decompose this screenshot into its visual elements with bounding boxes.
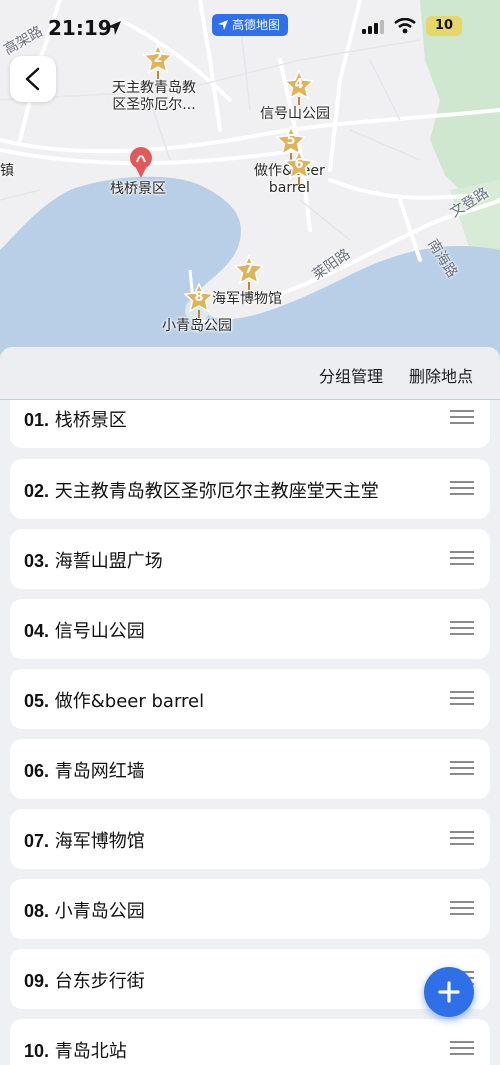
drag-handle-icon[interactable] — [450, 901, 474, 915]
marker-number: 5 — [286, 133, 296, 148]
item-name: 信号山公园 — [54, 621, 145, 642]
item-number: 02. — [24, 481, 50, 501]
list-item[interactable]: 04. 信号山公园 — [10, 599, 490, 659]
wifi-icon — [394, 18, 416, 34]
map-label-zhen: 镇 — [0, 163, 14, 179]
list-action-bar: 分组管理 删除地点 — [0, 347, 500, 399]
scenic-pin-icon — [130, 147, 152, 178]
list-item[interactable]: 06. 青岛网红墙 — [10, 739, 490, 799]
map-label-xinhao[interactable]: 信号山公园 — [260, 106, 330, 123]
signal-icon — [362, 20, 384, 34]
item-name: 青岛北站 — [54, 1041, 127, 1062]
item-name: 天主教青岛教区圣弥厄尔主教座堂天主堂 — [54, 481, 379, 502]
add-place-button[interactable] — [424, 967, 474, 1017]
map-view[interactable]: 镇 高架路 天主教青岛教 区圣弥厄尔... 信号山公园 做作&beer barr… — [0, 0, 500, 400]
back-button[interactable] — [10, 56, 56, 102]
item-name: 做作&beer barrel — [54, 691, 205, 712]
item-name: 海军博物馆 — [54, 831, 145, 852]
app-badge-label: 高德地图 — [232, 18, 281, 32]
item-number: 01. — [24, 410, 50, 430]
item-number: 07. — [24, 831, 50, 851]
list-item[interactable]: 01. 栈桥景区 — [10, 400, 490, 448]
item-number: 04. — [24, 621, 50, 641]
marker-number: 2 — [153, 51, 163, 66]
item-name: 海誓山盟广场 — [54, 551, 163, 572]
battery-icon: 10 — [426, 16, 462, 36]
star-marker-icon[interactable]: 2 — [143, 44, 173, 79]
location-arrow-icon — [107, 21, 121, 35]
list-item[interactable]: 05. 做作&beer barrel — [10, 669, 490, 729]
delete-places-button[interactable]: 删除地点 — [409, 363, 473, 387]
drag-handle-icon[interactable] — [450, 481, 474, 495]
app-screen: 镇 高架路 天主教青岛教 区圣弥厄尔... 信号山公园 做作&beer barr… — [0, 0, 500, 1065]
marker-number: 4 — [294, 77, 304, 92]
drag-handle-icon[interactable] — [450, 761, 474, 775]
map-base — [0, 0, 500, 400]
list-item[interactable]: 03. 海誓山盟广场 — [10, 529, 490, 589]
star-marker-icon[interactable]: 6 — [284, 150, 314, 185]
map-label-navy[interactable]: 海军博物馆 — [212, 291, 282, 308]
map-label-zhanqiao[interactable]: 栈桥景区 — [110, 181, 166, 198]
plus-icon — [438, 981, 460, 1003]
map-label-xiaoqingdao[interactable]: 小青岛公园 — [162, 318, 232, 335]
list-item[interactable]: 07. 海军博物馆 — [10, 809, 490, 869]
star-marker-icon[interactable]: 7 — [234, 255, 264, 290]
list-item[interactable]: 02. 天主教青岛教区圣弥厄尔主教座堂天主堂 — [10, 459, 490, 519]
back-chevron-icon — [25, 67, 40, 91]
marker-number: 7 — [244, 262, 254, 277]
group-manage-button[interactable]: 分组管理 — [319, 363, 383, 387]
list-item[interactable]: 08. 小青岛公园 — [10, 879, 490, 939]
item-name: 小青岛公园 — [54, 901, 145, 922]
item-number: 08. — [24, 901, 50, 921]
status-time: 21:19 — [48, 16, 112, 40]
drag-handle-icon[interactable] — [450, 1041, 474, 1055]
drag-handle-icon[interactable] — [450, 831, 474, 845]
navigation-icon — [218, 20, 228, 30]
drag-handle-icon[interactable] — [450, 691, 474, 705]
map-label-catholic[interactable]: 天主教青岛教 区圣弥厄尔... — [112, 80, 196, 114]
marker-number: 6 — [294, 157, 304, 172]
status-bar: 21:19 高德地图 10 — [0, 14, 500, 46]
item-name: 台东步行街 — [54, 971, 145, 992]
item-number: 03. — [24, 551, 50, 571]
list-item[interactable]: 10. 青岛北站 — [10, 1019, 490, 1065]
item-name: 栈桥景区 — [54, 410, 127, 431]
list-item[interactable]: 09. 台东步行街 — [10, 949, 490, 1009]
item-number: 09. — [24, 971, 50, 991]
drag-handle-icon[interactable] — [450, 621, 474, 635]
place-list[interactable]: 01. 栈桥景区 02. 天主教青岛教区圣弥厄尔主教座堂天主堂 03. 海誓山盟… — [0, 400, 500, 1065]
item-name: 青岛网红墙 — [54, 761, 145, 782]
star-marker-icon[interactable]: 8 — [184, 283, 214, 318]
drag-handle-icon[interactable] — [450, 551, 474, 565]
drag-handle-icon[interactable] — [450, 410, 474, 424]
item-number: 10. — [24, 1041, 50, 1061]
marker-number: 8 — [194, 290, 204, 305]
item-number: 05. — [24, 691, 50, 711]
item-number: 06. — [24, 761, 50, 781]
app-return-badge[interactable]: 高德地图 — [212, 14, 288, 36]
star-marker-icon[interactable]: 4 — [284, 70, 314, 105]
